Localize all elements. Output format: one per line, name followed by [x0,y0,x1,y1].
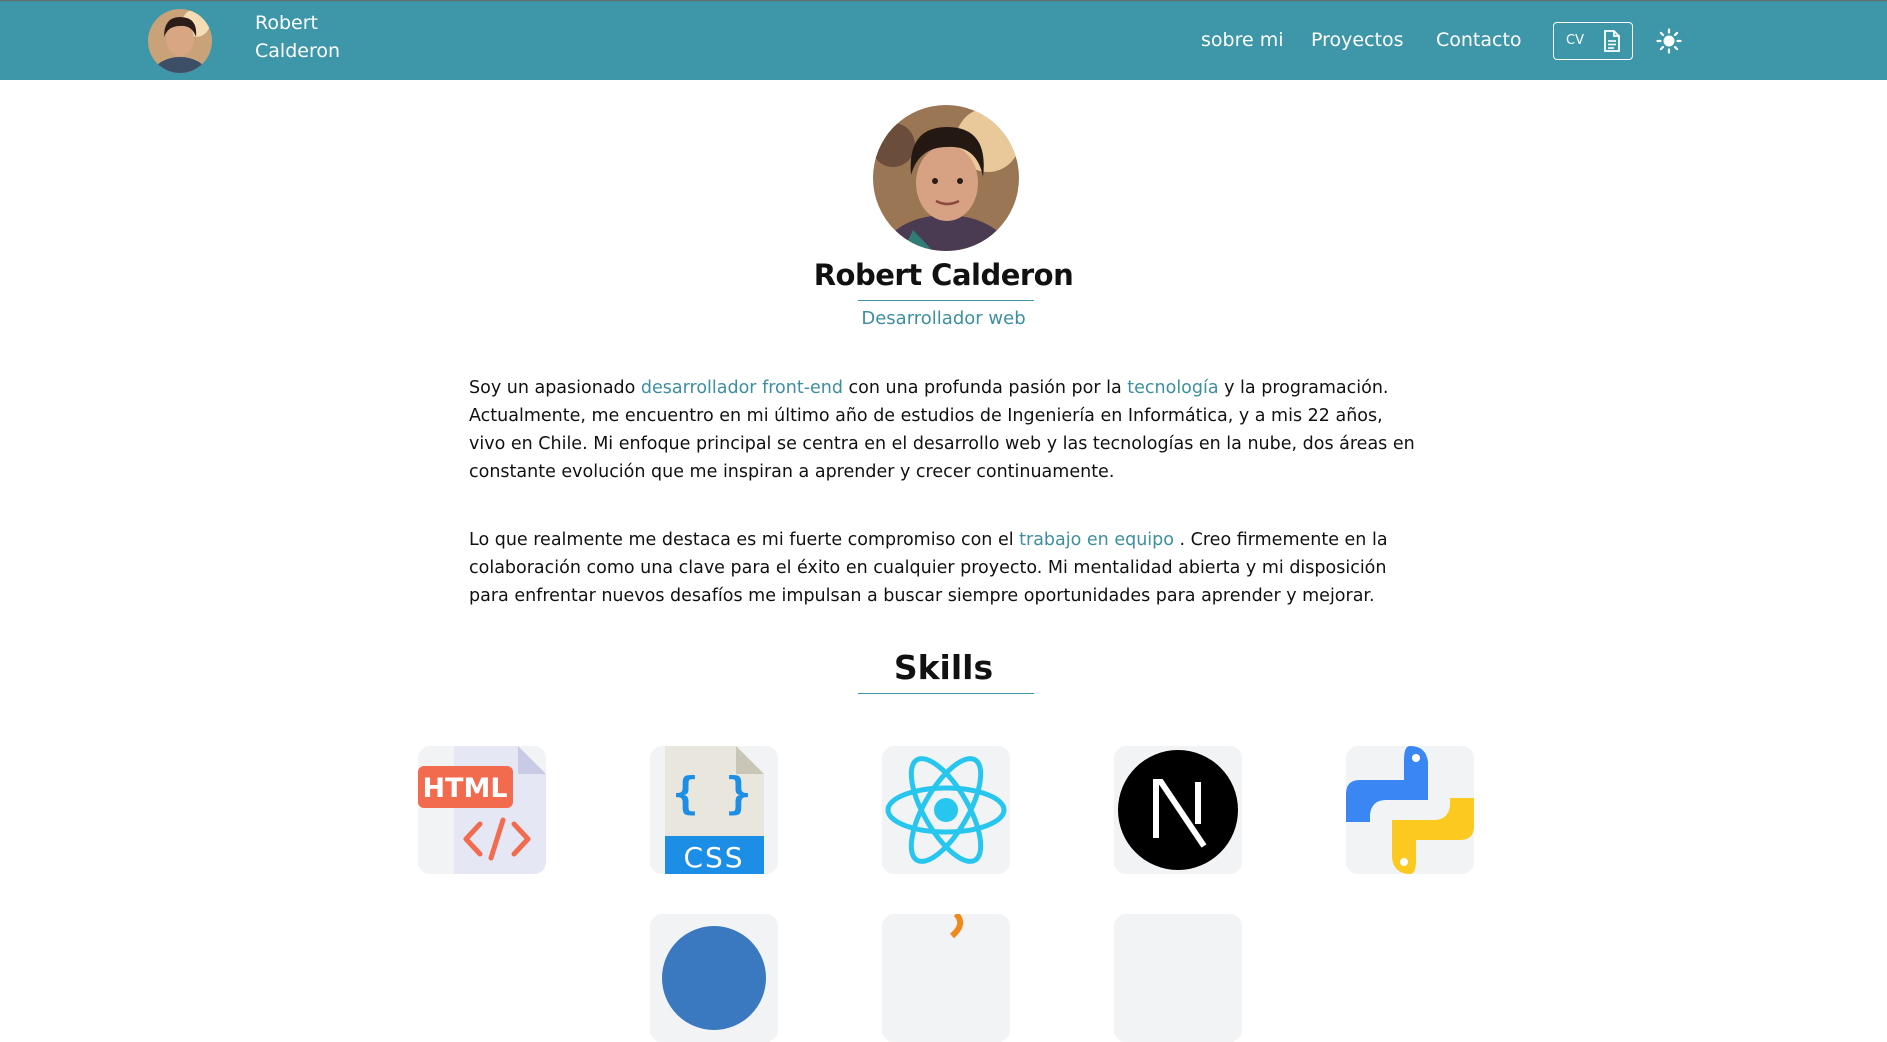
cv-label: CV [1566,33,1584,48]
nav-link-proyectos[interactable]: Proyectos [1311,29,1404,51]
about-text: con una profunda pasión por la [842,378,1128,398]
skill-card-partial [650,914,778,1042]
skills-divider [858,693,1034,694]
profile-name: Robert Calderon [813,258,1074,292]
profile-photo [873,105,1019,251]
profile-name-divider [858,300,1034,301]
about-text: Lo que realmente me destaca es mi fuerte… [469,530,1020,550]
highlight-frontend: desarrollador front-end [640,378,843,398]
skill-card-partial [882,914,1010,1042]
skill-css: { } CSS [650,746,778,874]
highlight-trabajo-en-equipo: trabajo en equipo [1019,530,1174,550]
html-icon: HTML [418,746,546,874]
svg-text:{ }: { } [672,768,751,819]
document-icon [1602,29,1622,57]
nav-avatar[interactable] [148,9,212,73]
sun-icon[interactable] [1656,28,1682,58]
nav-link-sobre-mi[interactable]: sobre mi [1201,29,1284,51]
skill-card-partial [1114,914,1242,1042]
skill-python [1346,746,1474,874]
navbar: Robert Calderon sobre mi Proyectos Conta… [0,0,1887,80]
about-text: Soy un apasionado [469,378,641,398]
react-icon [885,756,1007,864]
highlight-tecnologia: tecnología [1127,378,1219,398]
css-icon-text: CSS [683,841,744,874]
about-paragraph-1: Soy un apasionado desarrollador front-en… [469,374,1419,486]
html-icon-text: HTML [422,773,507,804]
skills-title: Skills [893,648,994,687]
nav-name[interactable]: Robert Calderon [255,9,375,65]
nextjs-icon [1118,750,1238,870]
nav-link-contacto[interactable]: Contacto [1436,29,1522,51]
profile-role: Desarrollador web [861,308,1026,329]
about-paragraph-2: Lo que realmente me destaca es mi fuerte… [469,526,1419,610]
skill-react [882,746,1010,874]
skill-html: HTML [418,746,546,874]
cv-button[interactable]: CV [1553,22,1633,60]
css-icon: { } CSS [665,746,764,874]
skill-nextjs [1114,746,1242,874]
python-icon [1346,746,1474,874]
